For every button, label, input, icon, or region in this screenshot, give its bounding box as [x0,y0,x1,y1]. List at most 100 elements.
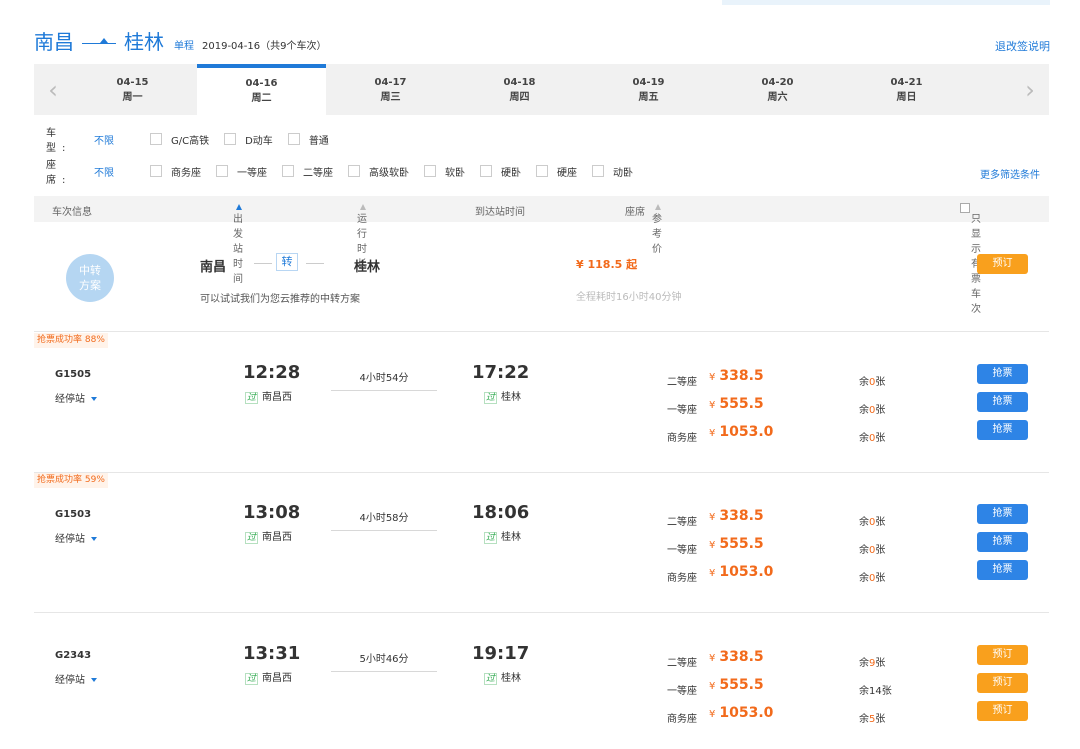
filter-option[interactable]: 普通 [287,132,329,147]
checkbox[interactable] [282,165,294,177]
date-tab-date: 04-16 [245,78,278,89]
filter-option[interactable]: 动卧 [592,164,633,179]
column-header: 车次信息 出发站时间 运行时长 到达站时间 座席 参考价 只显示有票车次 [34,196,1049,315]
train-number: G1503 [55,509,92,520]
yen-sign: ¥ [709,400,716,411]
date-tab[interactable]: 04-15 周一 [68,64,197,115]
checkbox[interactable] [348,165,360,177]
yen-sign: ¥ [709,372,716,383]
trip-type: 单程 [174,41,194,52]
date-tab[interactable]: 04-19 周五 [584,64,713,115]
checkbox[interactable] [150,133,162,145]
only-available-toggle[interactable]: 只显示有票车次 [960,203,981,315]
chevron-down-icon [91,397,97,401]
filter-option[interactable]: D动车 [224,132,273,147]
grab-ticket-button[interactable]: 抢票 [977,504,1028,524]
book-button[interactable]: 预订 [977,701,1028,721]
stops-label: 经停站 [55,534,85,545]
seat-name: 一等座 [667,545,697,556]
book-button[interactable]: 预订 [977,645,1028,665]
departure-time: 13:08 [243,502,301,523]
date-tab-date: 04-18 [503,77,536,88]
transfer-to: 桂林 [354,260,381,275]
prev-date-arrow-icon[interactable]: ‹ [34,64,72,115]
stops-dropdown[interactable]: 经停站 [55,530,97,545]
checkbox[interactable] [224,133,237,145]
stops-label: 经停站 [55,394,85,405]
seat-name: 商务座 [667,714,697,725]
filter-all-link[interactable]: 不限 [94,132,150,147]
checkbox[interactable] [216,165,228,177]
grab-ticket-button[interactable]: 抢票 [977,560,1028,580]
grab-ticket-button[interactable]: 抢票 [977,532,1028,552]
date-tab-active[interactable]: 04-16 周二 [197,64,326,115]
transfer-duration: 全程耗时16小时40分钟 [576,292,682,303]
route-arrow-icon [82,37,116,49]
left-suffix: 张 [875,517,886,528]
col-ref-price[interactable]: 参考价 [652,203,662,255]
departure-time: 13:31 [243,643,301,664]
divider [254,263,272,264]
left-prefix: 余 [859,714,869,725]
date-tab-weekday: 周五 [638,92,659,103]
date-bar: ‹ 04-15 周一 04-16 周二 04-17 周三 04-18 周四 04… [34,64,1049,115]
date-tab-weekday: 周一 [122,92,143,103]
grab-ticket-button[interactable]: 抢票 [977,392,1028,412]
date-tab-weekday: 周六 [767,92,788,103]
seat-price: ¥338.5 [709,368,764,384]
filter-option[interactable]: 二等座 [282,164,333,179]
price-value: 338.5 [719,649,764,665]
checkbox[interactable] [287,133,300,145]
seat-name: 一等座 [667,405,697,416]
col-dep-time[interactable]: 出发站时间 [233,203,243,285]
date-tab[interactable]: 04-20 周六 [713,64,842,115]
checkbox[interactable] [536,165,548,177]
transfer-badge-line: 中转 [79,264,101,277]
col-duration[interactable]: 运行时长 [357,203,367,270]
filter-option[interactable]: 硬座 [536,164,577,179]
filter-option[interactable]: 硬卧 [480,164,521,179]
filter-option[interactable]: 一等座 [216,164,267,179]
date-tab[interactable]: 04-17 周三 [326,64,455,115]
pass-tag: 过 [245,532,259,544]
train-row: 抢票成功率 88% G1505 经停站 12:28 过南昌西 4小时54分 17… [34,333,1049,473]
checkbox[interactable] [960,203,970,213]
station-name: 桂林 [501,392,522,403]
more-filters-link[interactable]: 更多筛选条件 [980,166,1040,181]
date-tab[interactable]: 04-18 周四 [455,64,584,115]
grab-ticket-button[interactable]: 抢票 [977,364,1028,384]
price-value: 1053.0 [719,564,774,580]
grab-ticket-button[interactable]: 抢票 [977,420,1028,440]
refund-rules-link[interactable]: 退改签说明 [995,38,1050,54]
next-date-arrow-icon[interactable]: › [1011,64,1049,115]
filter-option[interactable]: 商务座 [150,164,201,179]
transfer-hint: 可以试试我们为您云推荐的中转方案 [200,294,360,305]
top-strip [722,0,1050,5]
seat-name: 二等座 [667,517,697,528]
checkbox[interactable] [480,165,492,177]
date-tab-weekday: 周三 [380,92,401,103]
filter-option[interactable]: 高级软卧 [348,164,409,179]
checkbox[interactable] [592,165,604,177]
date-tab-weekday: 周四 [509,92,530,103]
train-row: 抢票成功率 59% G1503 经停站 13:08 过南昌西 4小时58分 18… [34,473,1049,613]
seat-name: 商务座 [667,573,697,584]
pass-tag: 过 [484,673,498,685]
filter-all-link[interactable]: 不限 [94,164,150,179]
station-name: 南昌西 [262,532,293,543]
pass-tag: 过 [245,392,259,404]
transfer-plan-row: 中转 方案 南昌 转 桂林 可以试试我们为您云推荐的中转方案 ¥ 118.5 起… [34,224,1049,332]
filter-option[interactable]: G/C高铁 [150,132,209,147]
chevron-down-icon [91,537,97,541]
checkbox[interactable] [424,165,436,177]
chevron-down-icon [91,678,97,682]
checkbox[interactable] [150,165,162,177]
filter-option-label: 高级软卧 [369,167,409,179]
date-tab[interactable]: 04-21 周日 [842,64,971,115]
stops-dropdown[interactable]: 经停站 [55,390,97,405]
book-transfer-button[interactable]: 预订 [977,254,1028,274]
yen-sign: ¥ [709,681,716,692]
stops-dropdown[interactable]: 经停站 [55,671,97,686]
book-button[interactable]: 预订 [977,673,1028,693]
filter-option[interactable]: 软卧 [424,164,465,179]
